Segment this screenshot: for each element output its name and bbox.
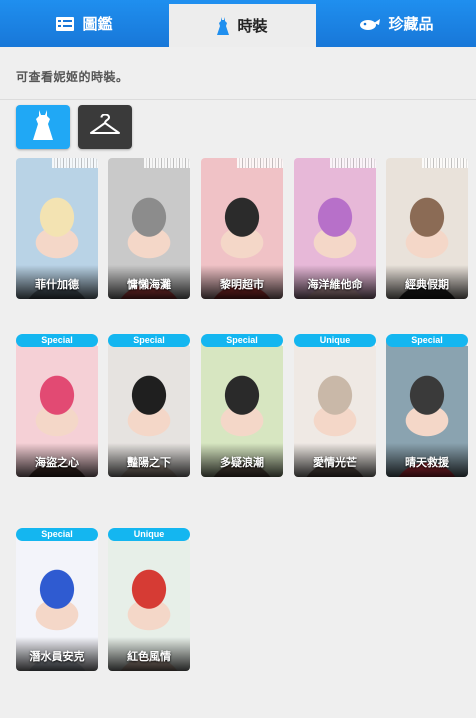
barcode-decoration xyxy=(237,158,283,168)
barcode-decoration xyxy=(422,158,468,168)
page-description: 可查看妮姬的時裝。 xyxy=(16,70,129,84)
costume-badge: Special xyxy=(16,528,98,541)
costume-card[interactable]: 海盜之心 xyxy=(16,336,98,477)
costume-name: 紅色風情 xyxy=(127,651,171,663)
costume-badge: Special xyxy=(108,334,190,347)
costume-name: 菲什加德 xyxy=(35,279,79,291)
costume-card[interactable]: 菲什加德 xyxy=(16,158,98,299)
costume-card[interactable]: 經典假期 xyxy=(386,158,468,299)
costume-badge: Unique xyxy=(294,334,376,347)
filter-costume-button[interactable] xyxy=(16,105,70,149)
tab-label: 珍藏品 xyxy=(388,16,434,33)
tab-label: 圖鑑 xyxy=(82,16,113,33)
costume-card[interactable]: 愛情光芒 xyxy=(294,336,376,477)
dress-icon xyxy=(33,109,53,145)
costume-name: 慵懶海灘 xyxy=(127,279,171,291)
hanger-icon xyxy=(90,112,120,141)
barcode-decoration xyxy=(52,158,98,168)
costume-card[interactable]: 黎明超市 xyxy=(201,158,283,299)
costume-card[interactable]: 多疑浪潮 xyxy=(201,336,283,477)
costume-name: 愛情光芒 xyxy=(313,457,357,469)
barcode-decoration xyxy=(330,158,376,168)
costume-badge: Special xyxy=(201,334,283,347)
tab-bar: 圖鑑 時裝 珍藏品 xyxy=(0,0,476,47)
costume-name: 海盜之心 xyxy=(35,457,79,469)
tab-costume[interactable]: 時裝 xyxy=(169,0,316,47)
costume-card[interactable]: 晴天救援 xyxy=(386,336,468,477)
tab-label: 時裝 xyxy=(237,18,268,35)
costume-name: 潛水員安克 xyxy=(29,651,85,663)
costume-name: 晴天救援 xyxy=(405,457,449,469)
tab-collectibles[interactable]: 珍藏品 xyxy=(316,0,476,47)
costume-card[interactable]: 紅色風情 xyxy=(108,530,190,671)
costume-card[interactable]: 豔陽之下 xyxy=(108,336,190,477)
costume-badge: Unique xyxy=(108,528,190,541)
costume-card[interactable]: 潛水員安克 xyxy=(16,530,98,671)
tab-encyclopedia[interactable]: 圖鑑 xyxy=(0,0,169,47)
costume-card[interactable]: 慵懶海灘 xyxy=(108,158,190,299)
costume-name: 經典假期 xyxy=(405,279,449,291)
divider xyxy=(0,99,476,100)
costume-badge: Special xyxy=(386,334,468,347)
collectible-icon xyxy=(358,17,381,31)
filter-wardrobe-button[interactable] xyxy=(78,105,132,149)
barcode-decoration xyxy=(144,158,190,168)
costume-card[interactable]: 海洋維他命 xyxy=(294,158,376,299)
dress-icon xyxy=(217,16,230,35)
costume-name: 海洋維他命 xyxy=(307,279,363,291)
list-icon xyxy=(56,16,75,31)
costume-name: 黎明超市 xyxy=(220,279,264,291)
costume-badge: Special xyxy=(16,334,98,347)
costume-name: 豔陽之下 xyxy=(127,457,171,469)
costume-name: 多疑浪潮 xyxy=(220,457,264,469)
